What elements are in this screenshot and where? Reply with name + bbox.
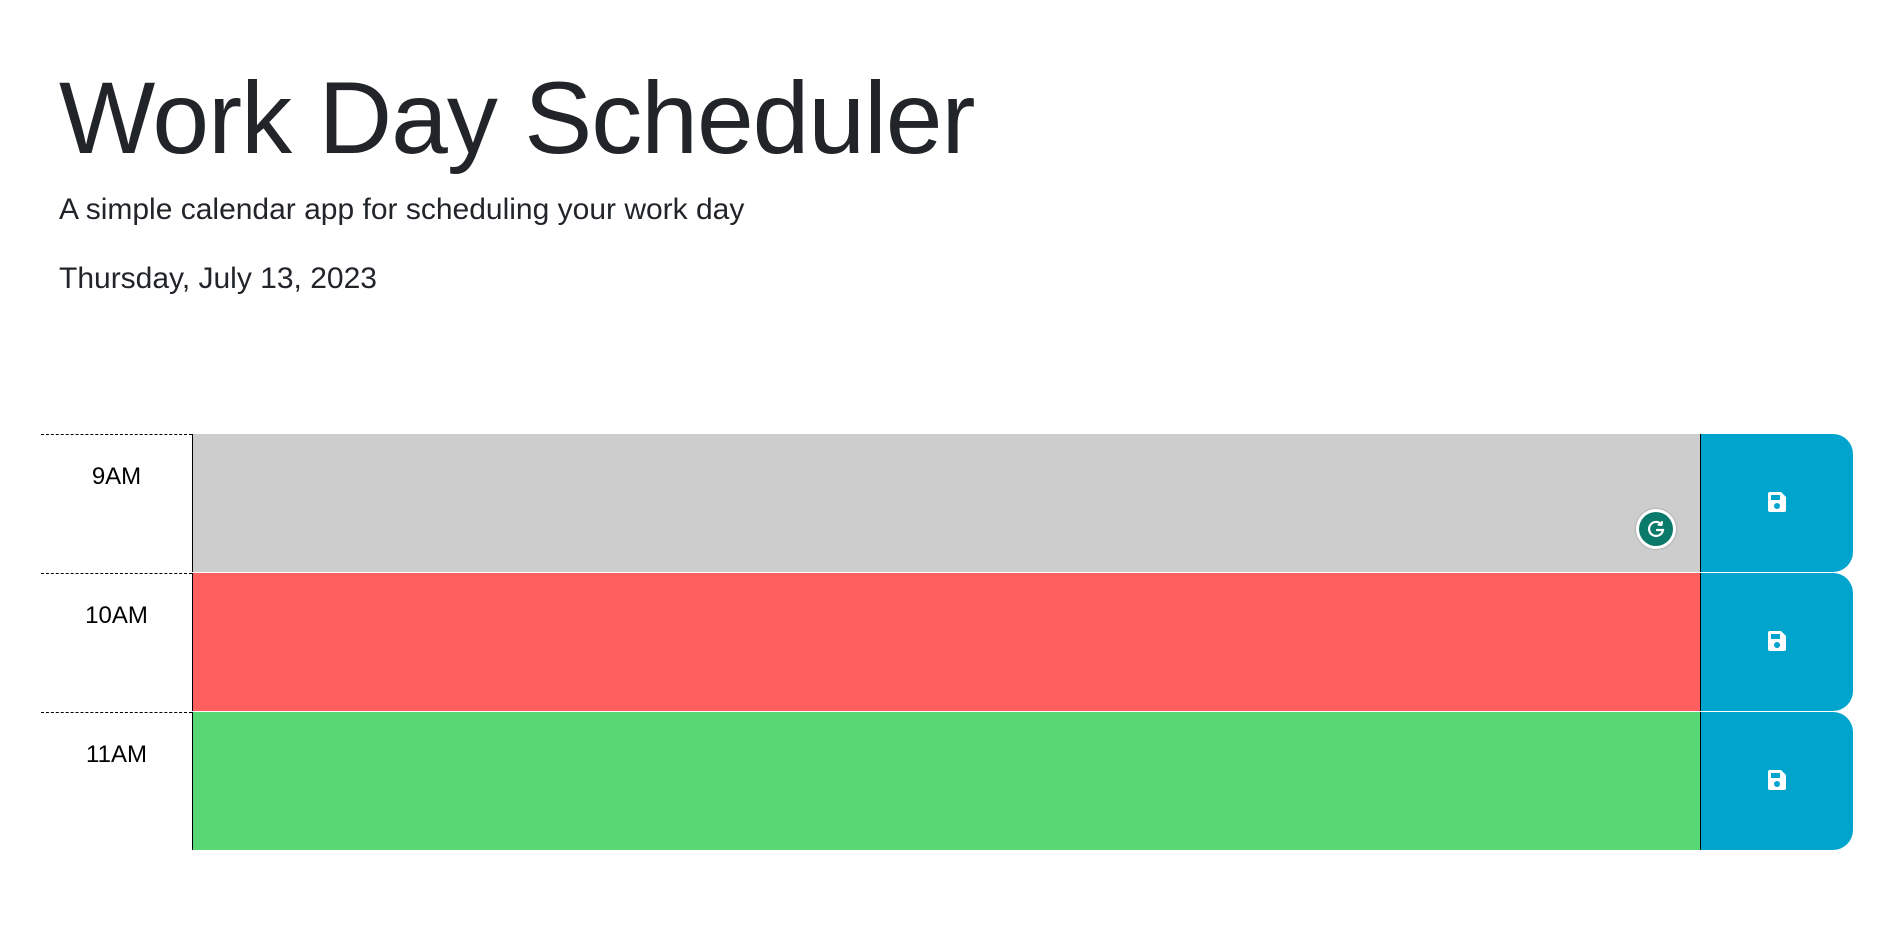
- save-icon: [1766, 769, 1788, 794]
- event-description-input[interactable]: [192, 573, 1700, 711]
- schedule-container: 9AM 10AM 11AM: [41, 434, 1853, 851]
- save-button[interactable]: [1700, 712, 1853, 850]
- save-button[interactable]: [1700, 573, 1853, 711]
- save-icon: [1766, 630, 1788, 655]
- event-description-input[interactable]: [192, 434, 1700, 572]
- page-subtitle: A simple calendar app for scheduling you…: [59, 193, 745, 226]
- time-block-10am: 10AM: [41, 573, 1853, 711]
- time-block-9am: 9AM: [41, 434, 1853, 572]
- hour-label: 10AM: [41, 573, 192, 711]
- hour-label: 9AM: [41, 434, 192, 572]
- save-button[interactable]: [1700, 434, 1853, 572]
- grammarly-icon[interactable]: [1636, 509, 1676, 549]
- save-icon: [1766, 491, 1788, 516]
- event-description-input[interactable]: [192, 712, 1700, 850]
- current-day: Thursday, July 13, 2023: [59, 262, 377, 295]
- hour-label: 11AM: [41, 712, 192, 850]
- page-title: Work Day Scheduler: [59, 61, 975, 175]
- time-block-11am: 11AM: [41, 712, 1853, 850]
